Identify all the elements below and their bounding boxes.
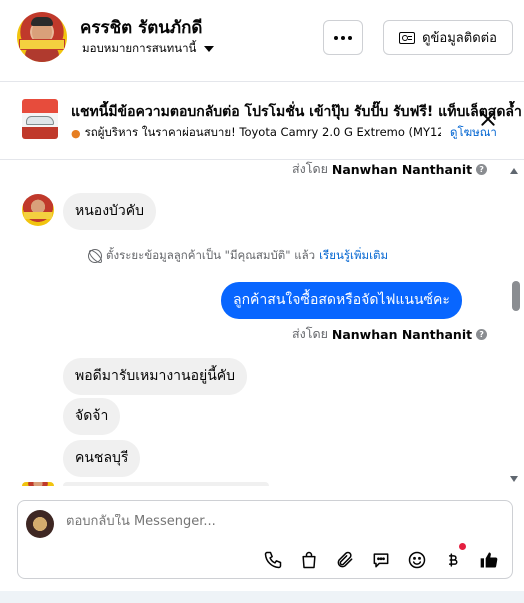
caret-down-icon [204, 46, 215, 52]
learn-more-link[interactable]: เรียนรู้เพิ่มเติม [319, 247, 388, 265]
contact-avatar[interactable] [17, 12, 67, 62]
message-composer [17, 500, 513, 579]
ad-subtitle: ● รถผู้บริหาร ในราคาผ่อนสบาย! Toyota Cam… [71, 124, 441, 142]
outgoing-message[interactable]: ลูกค้าสนใจซื้อสดหรือจัดไฟแนนซ์คะ [221, 282, 462, 319]
reply-input[interactable] [66, 514, 366, 529]
view-contact-button[interactable]: ดูข้อมูลติดต่อ [383, 20, 513, 55]
ad-reply-banner: แชทนี้มีข้อความตอบกลับต่อ โปรโมชั่น เข้า… [0, 82, 524, 160]
scroll-up-arrow-icon[interactable] [510, 168, 518, 174]
emoji-icon[interactable] [406, 549, 428, 571]
system-notice: ตั้งระยะข้อมูลลูกค้าเป็น "มีคุณสมบัติ" แ… [88, 247, 388, 265]
contact-avatar-small[interactable] [22, 482, 54, 486]
help-icon[interactable]: ? [476, 163, 488, 175]
atom-icon [88, 249, 102, 263]
sent-by-prefix: ส่งโดย [292, 161, 328, 176]
system-notice-text: ตั้งระยะข้อมูลลูกค้าเป็น "มีคุณสมบัติ" แ… [106, 248, 316, 262]
assign-conversation-dropdown[interactable]: มอบหมายการสนทนานี้ [76, 38, 220, 60]
sender-name: Nanwhan Nanthanit [331, 161, 473, 177]
incoming-message[interactable]: หนองบัวคับ [63, 193, 157, 230]
payment-icon[interactable] [442, 549, 464, 571]
sent-by-prefix: ส่งโดย [292, 326, 328, 341]
contact-avatar-small[interactable] [22, 194, 54, 226]
dot-icon [341, 35, 345, 40]
scrollbar-thumb[interactable] [512, 281, 520, 311]
sent-by-label: ส่งโดย Nanwhan Nanthanit ? [292, 159, 488, 179]
sender-name: Nanwhan Nanthanit [331, 326, 473, 342]
incoming-message-partial[interactable] [63, 482, 269, 486]
sent-by-label: ส่งโดย Nanwhan Nanthanit ? [292, 324, 488, 344]
ad-thumbnail[interactable] [22, 99, 58, 139]
dot-icon [348, 35, 352, 40]
assign-label: มอบหมายการสนทนานี้ [82, 41, 197, 55]
incoming-message[interactable]: พอดีมารับเหมางานอยู่นี้คับ [63, 358, 248, 395]
page-avatar [26, 510, 54, 538]
view-contact-label: ดูข้อมูลติดต่อ [422, 31, 497, 46]
incoming-message[interactable]: จัดจ้า [63, 398, 121, 435]
ad-subtitle-text: รถผู้บริหาร ในราคาผ่อนสบาย! Toyota Camry… [84, 125, 441, 139]
phone-icon[interactable] [262, 549, 284, 571]
incoming-message[interactable]: คนชลบุรี [63, 440, 141, 477]
close-ad-banner-icon[interactable] [479, 110, 497, 128]
contact-card-icon [399, 31, 416, 44]
scroll-down-arrow-icon[interactable] [510, 476, 518, 482]
shopping-bag-icon[interactable] [298, 549, 320, 571]
contact-name[interactable]: ครรชิต รัตนภักดี [80, 14, 202, 41]
page-bottom-strip [0, 591, 524, 603]
dot-icon [334, 35, 338, 40]
help-icon[interactable]: ? [476, 328, 488, 340]
more-options-button[interactable] [323, 20, 363, 55]
conversation-header: ครรชิต รัตนภักดี มอบหมายการสนทนานี้ ดูข้… [0, 0, 524, 82]
ad-title: แชทนี้มีข้อความตอบกลับต่อ โปรโมชั่น เข้า… [71, 104, 521, 120]
person-emoji-icon: ● [71, 126, 81, 140]
thumbs-up-icon[interactable] [478, 549, 500, 571]
paperclip-icon[interactable] [334, 549, 356, 571]
quick-reply-icon[interactable] [370, 549, 392, 571]
notification-dot [459, 543, 466, 550]
